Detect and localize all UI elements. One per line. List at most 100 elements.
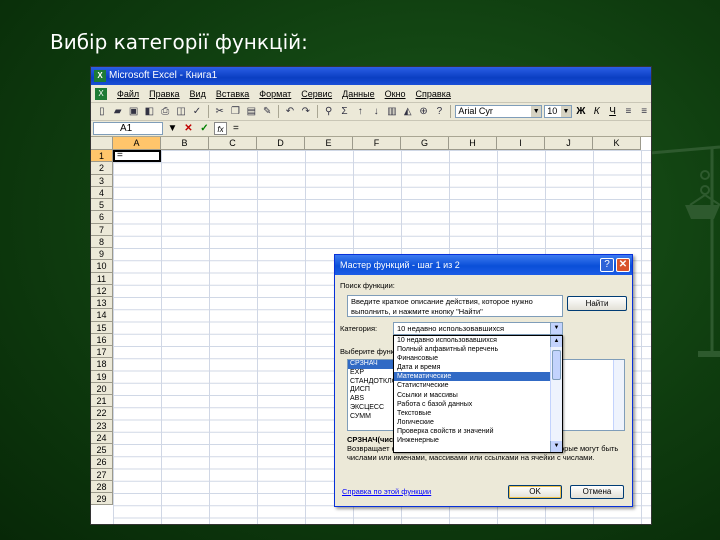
row-header[interactable]: 6 xyxy=(91,211,113,224)
category-list-item[interactable]: Полный алфавитный перечень xyxy=(394,345,562,354)
category-list-item[interactable]: Проверка свойств и значений xyxy=(394,427,562,436)
menu-format[interactable]: Формат xyxy=(255,89,295,99)
menu-insert[interactable]: Вставка xyxy=(212,89,253,99)
cancel-entry-icon[interactable]: ✕ xyxy=(182,122,195,135)
zoom-icon[interactable]: ⊕ xyxy=(417,105,431,119)
menu-file[interactable]: Файл xyxy=(113,89,143,99)
row-header[interactable]: 16 xyxy=(91,333,113,346)
row-header[interactable]: 3 xyxy=(91,174,113,187)
category-dropdown-icon[interactable]: ▼ xyxy=(550,323,562,334)
row-header[interactable]: 26 xyxy=(91,456,113,469)
underline-button[interactable]: Ч xyxy=(606,105,620,119)
new-icon[interactable]: ▯ xyxy=(95,105,109,119)
name-box[interactable]: A1 xyxy=(93,122,163,135)
menu-tools[interactable]: Сервис xyxy=(297,89,336,99)
row-header[interactable]: 7 xyxy=(91,223,113,236)
category-select[interactable]: 10 недавно использовавшихся ▼ xyxy=(393,322,563,335)
sort-descending-icon[interactable]: ↓ xyxy=(369,105,383,119)
ok-button[interactable]: OK xyxy=(508,485,562,499)
column-header[interactable]: B xyxy=(161,137,209,150)
category-list-item[interactable]: Инженерные xyxy=(394,436,562,445)
find-button[interactable]: Найти xyxy=(567,296,627,311)
row-header[interactable]: 14 xyxy=(91,309,113,322)
row-header[interactable]: 15 xyxy=(91,321,113,334)
permission-icon[interactable]: ◧ xyxy=(142,105,156,119)
hyperlink-icon[interactable]: ⚲ xyxy=(322,105,336,119)
row-header[interactable]: 10 xyxy=(91,260,113,273)
column-header[interactable]: D xyxy=(257,137,305,150)
row-header[interactable]: 28 xyxy=(91,480,113,493)
row-header[interactable]: 23 xyxy=(91,419,113,432)
scroll-down-icon[interactable]: ▼ xyxy=(550,441,562,452)
category-list-item[interactable]: Статистические xyxy=(394,381,562,390)
row-header[interactable]: 24 xyxy=(91,431,113,444)
scroll-up-icon[interactable]: ▲ xyxy=(550,336,562,347)
undo-icon[interactable]: ↶ xyxy=(283,105,297,119)
column-header[interactable]: H xyxy=(449,137,497,150)
row-header[interactable]: 12 xyxy=(91,284,113,297)
column-header[interactable]: F xyxy=(353,137,401,150)
name-box-dropdown-icon[interactable]: ▼ xyxy=(166,122,179,135)
print-icon[interactable]: ⎙ xyxy=(158,105,172,119)
bold-button[interactable]: Ж xyxy=(574,105,588,119)
category-list-item[interactable]: Финансовые xyxy=(394,354,562,363)
menu-view[interactable]: Вид xyxy=(186,89,210,99)
column-header[interactable]: K xyxy=(593,137,641,150)
formula-input[interactable]: = xyxy=(230,123,239,134)
cancel-button[interactable]: Отмена xyxy=(570,485,624,499)
category-list-item[interactable]: 10 недавно использовавшихся xyxy=(394,336,562,345)
active-cell-a1[interactable]: = xyxy=(113,150,161,162)
function-list-item[interactable]: СРЗНАЧ xyxy=(348,360,396,369)
category-list-item[interactable]: Работа с базой данных xyxy=(394,400,562,409)
align-left-icon[interactable]: ≡ xyxy=(621,105,635,119)
row-header[interactable]: 4 xyxy=(91,186,113,199)
scroll-thumb[interactable] xyxy=(552,350,561,380)
category-list-item[interactable]: Ссылки и массивы xyxy=(394,391,562,400)
row-header[interactable]: 9 xyxy=(91,248,113,261)
font-size-select[interactable]: 10 ▼ xyxy=(544,105,572,118)
open-icon[interactable]: ▰ xyxy=(111,105,125,119)
category-list-item[interactable]: Текстовые xyxy=(394,409,562,418)
workbook-icon[interactable]: X xyxy=(95,87,107,100)
search-input[interactable]: Введите краткое описание действия, котор… xyxy=(347,295,563,317)
menu-data[interactable]: Данные xyxy=(338,89,379,99)
column-header[interactable]: E xyxy=(305,137,353,150)
menu-edit[interactable]: Правка xyxy=(145,89,183,99)
function-list-scrollbar[interactable] xyxy=(613,360,624,430)
row-header[interactable]: 1 xyxy=(91,150,113,163)
category-list-item[interactable]: Математические xyxy=(394,372,562,382)
row-header[interactable]: 17 xyxy=(91,346,113,359)
dialog-help-icon[interactable]: ? xyxy=(600,258,614,272)
select-all-corner[interactable] xyxy=(91,137,113,150)
copy-icon[interactable]: ❐ xyxy=(229,105,243,119)
row-header[interactable]: 19 xyxy=(91,370,113,383)
font-name-select[interactable]: Arial Cyr ▼ xyxy=(455,105,543,118)
row-header[interactable]: 5 xyxy=(91,199,113,212)
category-list-item[interactable]: Дата и время xyxy=(394,363,562,372)
column-header[interactable]: G xyxy=(401,137,449,150)
autosum-icon[interactable]: Σ xyxy=(338,105,352,119)
cut-icon[interactable]: ✂ xyxy=(213,105,227,119)
save-icon[interactable]: ▣ xyxy=(127,105,141,119)
align-center-icon[interactable]: ≡ xyxy=(637,105,651,119)
print-preview-icon[interactable]: ◫ xyxy=(174,105,188,119)
category-dropdown-list[interactable]: 10 недавно использовавшихся Полный алфави… xyxy=(393,335,563,453)
font-name-dropdown-icon[interactable]: ▼ xyxy=(531,106,542,117)
format-painter-icon[interactable]: ✎ xyxy=(260,105,274,119)
enter-entry-icon[interactable]: ✓ xyxy=(198,122,211,135)
category-list-item[interactable]: Логические xyxy=(394,418,562,427)
menu-help[interactable]: Справка xyxy=(412,89,455,99)
drawing-icon[interactable]: ◭ xyxy=(401,105,415,119)
insert-function-icon[interactable]: fx xyxy=(214,122,227,135)
column-header[interactable]: I xyxy=(497,137,545,150)
row-header[interactable]: 27 xyxy=(91,468,113,481)
sort-ascending-icon[interactable]: ↑ xyxy=(353,105,367,119)
font-size-dropdown-icon[interactable]: ▼ xyxy=(560,106,571,117)
italic-button[interactable]: К xyxy=(590,105,604,119)
row-header[interactable]: 25 xyxy=(91,444,113,457)
function-help-link[interactable]: Справка по этой функции xyxy=(342,487,431,496)
category-list-scrollbar[interactable]: ▲ ▼ xyxy=(550,336,562,452)
paste-icon[interactable]: ▤ xyxy=(244,105,258,119)
redo-icon[interactable]: ↷ xyxy=(299,105,313,119)
row-header[interactable]: 22 xyxy=(91,407,113,420)
